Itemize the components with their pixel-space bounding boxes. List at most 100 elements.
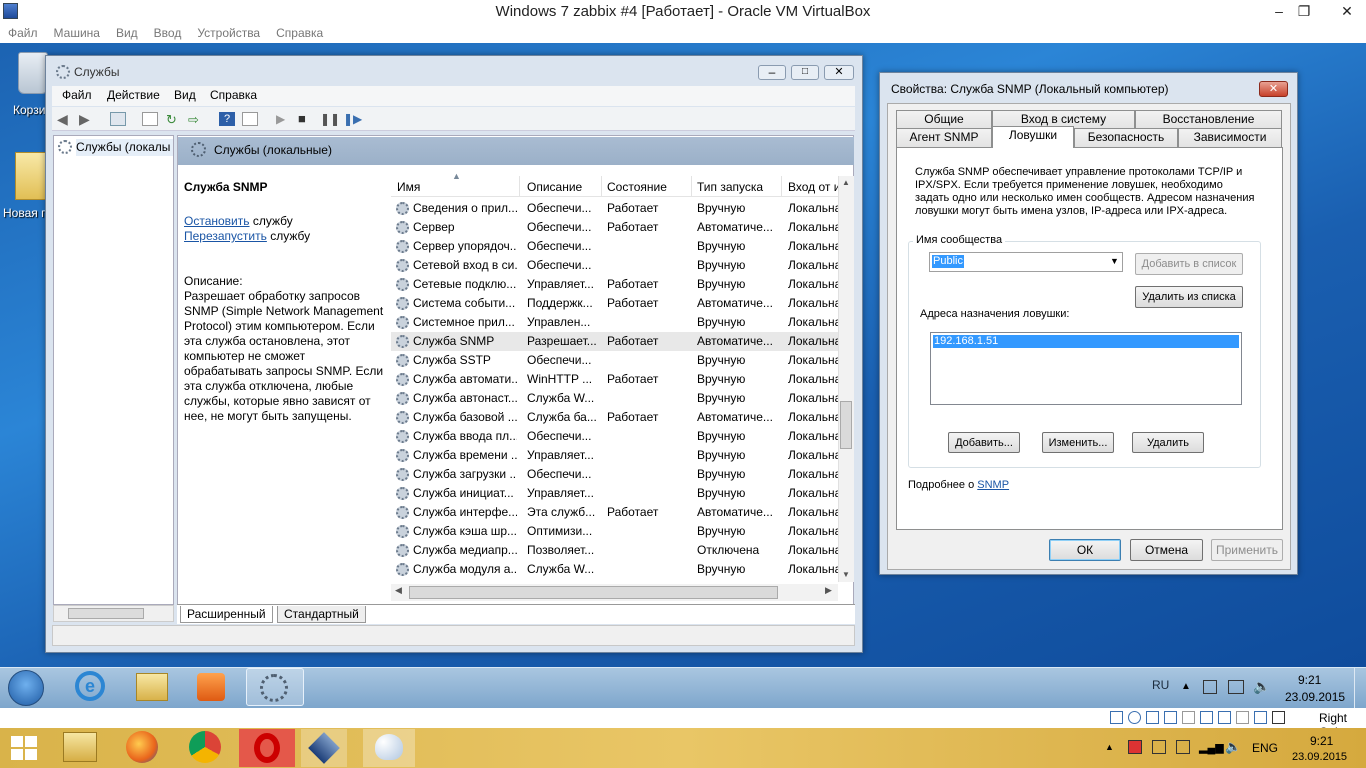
help-icon[interactable]: ? <box>219 112 235 126</box>
trap-destination-item[interactable]: 192.168.1.51 <box>933 335 1239 348</box>
shared-folder-icon[interactable] <box>1182 711 1195 724</box>
table-row[interactable]: Сведения о прил... Обеспечи... Работает Вру… <box>391 199 838 218</box>
table-row[interactable]: Сервер Обеспечи... Работает Автоматиче... Ло… <box>391 218 838 237</box>
tab-security[interactable]: Безопасность <box>1074 128 1178 147</box>
taskbar-services-button[interactable] <box>246 668 304 706</box>
view-icon[interactable] <box>242 112 258 126</box>
edit-destination-button[interactable]: Изменить... <box>1042 432 1114 453</box>
recycle-bin-icon[interactable] <box>18 52 48 94</box>
table-row[interactable]: Служба времени ... Управляет... Вручную Лок… <box>391 446 838 465</box>
host-explorer-icon[interactable] <box>63 732 97 762</box>
remove-from-list-button[interactable]: Удалить из списка <box>1135 286 1243 308</box>
host-clock-time[interactable]: 9:21 <box>1310 734 1333 748</box>
play-icon[interactable]: ▶ <box>276 112 292 126</box>
guest-clock-date[interactable]: 23.09.2015 <box>1285 690 1345 704</box>
host-clock-date[interactable]: 23.09.2015 <box>1292 751 1347 763</box>
paint-task-button[interactable] <box>363 729 415 767</box>
guest-tray-chevron-icon[interactable]: ▲ <box>1181 681 1191 692</box>
menu-action[interactable]: Действие <box>107 88 160 102</box>
guest-network-icon[interactable] <box>1228 680 1244 694</box>
media-player-icon[interactable] <box>197 673 225 701</box>
export-icon[interactable]: ⇨ <box>188 112 204 127</box>
list-vscrollbar[interactable]: ▲ ▼ <box>838 176 854 582</box>
keyboard-capture-icon[interactable] <box>1272 711 1285 724</box>
trap-destinations-list[interactable]: 192.168.1.51 <box>930 332 1242 405</box>
display-icon[interactable] <box>1200 711 1213 724</box>
col-logon[interactable]: Вход от и <box>788 180 838 194</box>
hdd-icon[interactable] <box>1110 711 1123 724</box>
cpu-icon[interactable] <box>1236 711 1249 724</box>
stop-service-link[interactable]: Остановить <box>184 214 250 228</box>
forward-icon[interactable]: ▶ <box>79 112 95 126</box>
console-tree-icon[interactable] <box>110 112 126 126</box>
menu-file[interactable]: Файл <box>62 88 92 102</box>
table-row[interactable]: Служба автомати... WinHTTP ... Работает Вру… <box>391 370 838 389</box>
action-center-icon[interactable] <box>1128 740 1142 754</box>
guest-lang[interactable]: RU <box>1152 678 1169 692</box>
host-tray-app-icon[interactable] <box>1152 740 1166 754</box>
table-row[interactable]: Служба медиапр... Позволяет... Отключена Ло… <box>391 541 838 560</box>
table-row[interactable]: Служба автонаст... Служба W... Вручную Лока… <box>391 389 838 408</box>
guest-tray-flag-icon[interactable] <box>1203 680 1217 694</box>
host-signal-icon[interactable]: ▂▄▆ <box>1199 741 1224 754</box>
menu-view[interactable]: Вид <box>174 88 196 102</box>
chevron-down-icon[interactable]: ▼ <box>1110 256 1119 266</box>
properties-icon[interactable] <box>142 112 158 126</box>
vbox-menu-file[interactable]: Файл <box>0 23 46 41</box>
menu-help[interactable]: Справка <box>210 88 257 102</box>
vbox-menu-input[interactable]: Ввод <box>146 23 190 41</box>
table-row[interactable]: Системное прил... Управлен... Вручную Локал… <box>391 313 838 332</box>
table-row[interactable]: Служба интерфе... Эта служб... Работает Авт… <box>391 503 838 522</box>
vbox-menu-machine[interactable]: Машина <box>46 23 108 41</box>
stop-icon[interactable]: ■ <box>298 112 314 126</box>
guest-start-icon[interactable] <box>8 670 44 706</box>
table-row[interactable]: Служба загрузки ... Обеспечи... Вручную Лок… <box>391 465 838 484</box>
tab-traps[interactable]: Ловушки <box>992 126 1074 148</box>
tab-extended[interactable]: Расширенный <box>180 606 273 623</box>
host-tray-chevron-icon[interactable]: ▲ <box>1105 742 1114 752</box>
host-lang[interactable]: ENG <box>1252 741 1278 755</box>
folder-icon[interactable] <box>15 152 47 200</box>
scroll-down-icon[interactable]: ▼ <box>842 570 850 579</box>
table-row[interactable]: Сетевой вход в си... Обеспечи... Вручную Ло… <box>391 256 838 275</box>
table-row[interactable]: Система событи... Поддержк... Работает Авто… <box>391 294 838 313</box>
guest-show-desktop[interactable] <box>1354 668 1366 708</box>
col-description[interactable]: Описание <box>527 180 582 194</box>
video-capture-icon[interactable] <box>1218 711 1231 724</box>
community-select[interactable]: Public ▼ <box>929 252 1123 272</box>
apply-button[interactable]: Применить <box>1211 539 1283 561</box>
firefox-icon[interactable] <box>126 731 158 763</box>
restart-icon[interactable]: ❚▶ <box>343 112 362 126</box>
close-icon[interactable]: ✕ <box>1328 0 1366 22</box>
host-tray-device-icon[interactable] <box>1176 740 1190 754</box>
list-hscroll-thumb[interactable] <box>409 586 778 599</box>
back-icon[interactable]: ◀ <box>57 112 73 126</box>
services-close-icon[interactable]: ✕ <box>824 65 854 80</box>
add-destination-button[interactable]: Добавить... <box>948 432 1020 453</box>
windows-start-icon[interactable] <box>11 736 37 760</box>
mouse-integration-icon[interactable] <box>1254 711 1267 724</box>
tab-dependencies[interactable]: Зависимости <box>1178 128 1282 147</box>
internet-explorer-icon[interactable]: e <box>75 671 105 701</box>
table-row[interactable]: Сервер упорядоч... Обеспечи... Вручную Лока… <box>391 237 838 256</box>
tab-recovery[interactable]: Восстановление <box>1135 110 1282 129</box>
vbox-menu-help[interactable]: Справка <box>268 23 331 41</box>
scroll-left-icon[interactable]: ◀ <box>395 585 402 596</box>
scroll-up-icon[interactable]: ▲ <box>842 178 850 187</box>
guest-clock-time[interactable]: 9:21 <box>1298 673 1321 687</box>
table-row[interactable]: Служба SNMP Разрешает... Работает Автоматич… <box>391 332 838 351</box>
tab-general[interactable]: Общие <box>896 110 992 129</box>
vbox-menu-devices[interactable]: Устройства <box>189 23 268 41</box>
table-row[interactable]: Служба ввода пл... Обеспечи... Вручную Лока… <box>391 427 838 446</box>
opera-task-button[interactable] <box>239 729 295 767</box>
col-startup[interactable]: Тип запуска <box>697 180 763 194</box>
col-name[interactable]: Имя <box>397 180 420 194</box>
cd-icon[interactable] <box>1128 711 1141 724</box>
virtualbox-task-button[interactable] <box>301 729 347 767</box>
services-maximize-icon[interactable]: □ <box>791 65 819 80</box>
table-row[interactable]: Служба базовой ... Служба ба... Работает Ав… <box>391 408 838 427</box>
network-adapter-icon[interactable] <box>1146 711 1159 724</box>
snmp-help-link[interactable]: SNMP <box>977 479 1009 491</box>
tab-standard[interactable]: Стандартный <box>277 606 366 623</box>
tree-scroll-thumb[interactable] <box>68 608 144 619</box>
